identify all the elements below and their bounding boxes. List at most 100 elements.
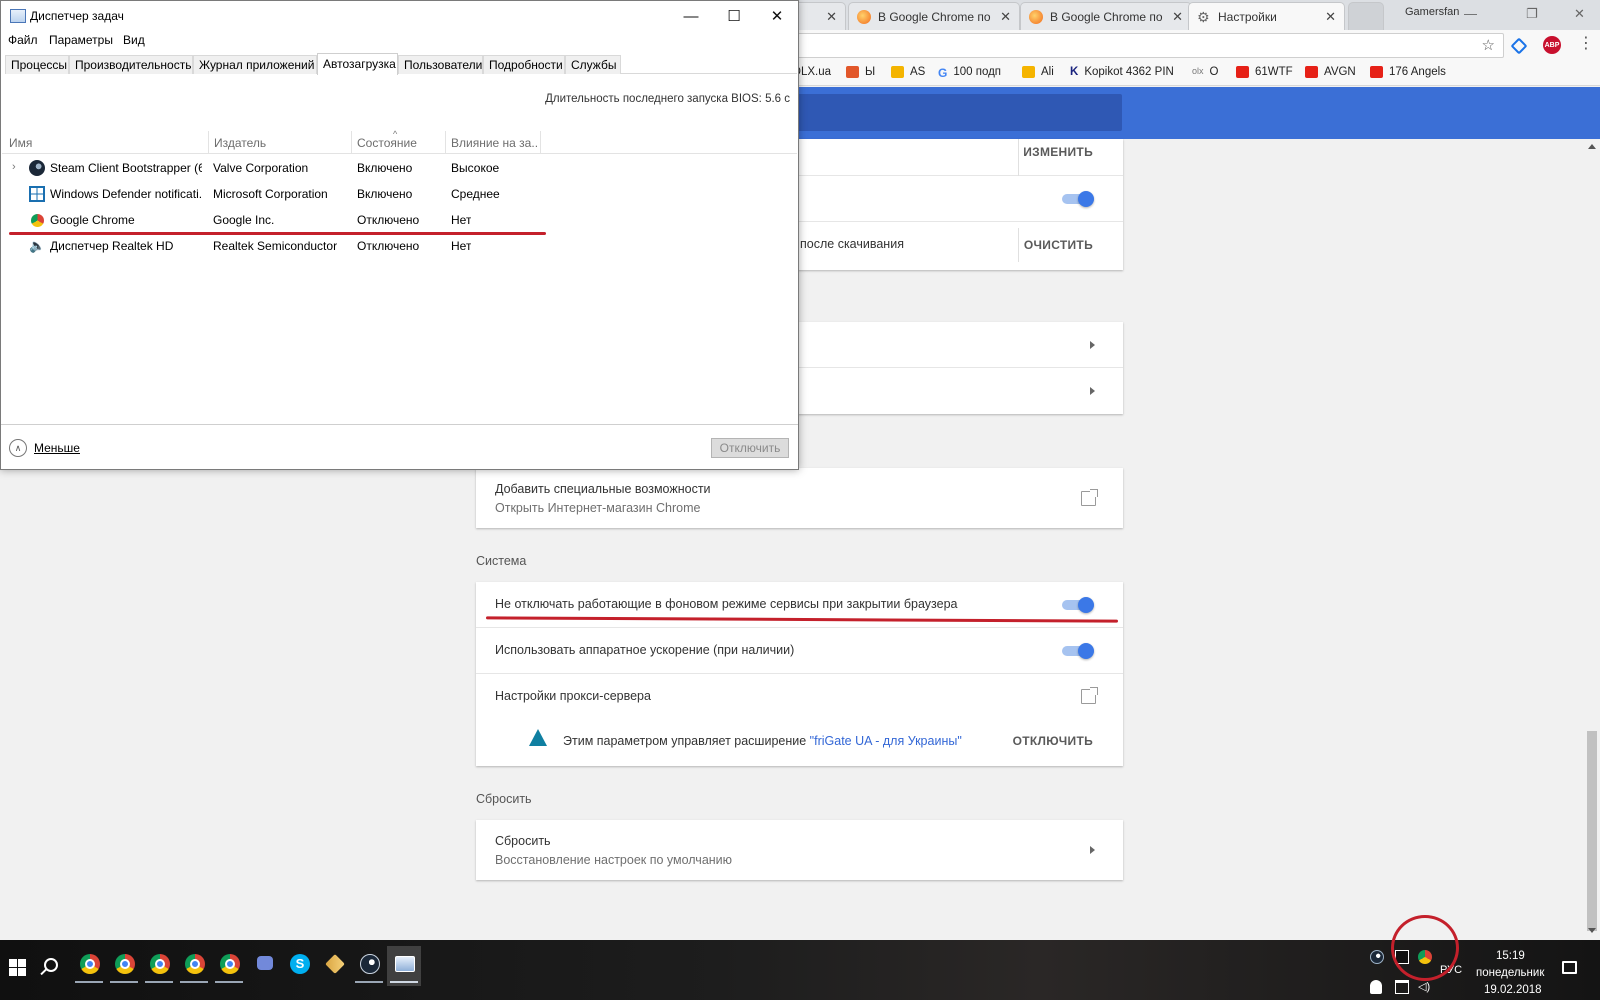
new-tab-button[interactable]: [1348, 2, 1384, 30]
menu-options[interactable]: Параметры: [49, 33, 113, 47]
address-bar[interactable]: ☆: [780, 33, 1504, 58]
bios-duration: Длительность последнего запуска BIOS: 5.…: [545, 93, 790, 105]
tab-details[interactable]: Подробности: [483, 55, 565, 74]
tab-settings[interactable]: ⚙ Настройки ✕: [1188, 2, 1345, 30]
taskbar-chrome[interactable]: [107, 946, 141, 986]
close-icon[interactable]: ✕: [1000, 9, 1011, 25]
task-manager-titlebar[interactable]: Диспетчер задач — ☐ ✕: [1, 1, 798, 31]
startup-row[interactable]: 🔈 Диспетчер Realtek HD Realtek Semicondu…: [2, 233, 797, 259]
restore-icon[interactable]: ❐: [1526, 6, 1538, 22]
maximize-icon[interactable]: ☐: [719, 5, 749, 27]
external-link-icon[interactable]: [1081, 687, 1098, 704]
menu-icon[interactable]: ⋮: [1578, 36, 1594, 52]
expand-chevron-icon[interactable]: ›: [12, 161, 16, 173]
chrome-icon: [80, 954, 100, 974]
task-manager-icon: [10, 9, 26, 23]
bookmark-doc[interactable]: Ы: [846, 66, 875, 78]
clock-day[interactable]: понедельник: [1476, 967, 1544, 979]
bookmark-61wtf[interactable]: 61WTF: [1236, 66, 1293, 78]
startup-row[interactable]: › Steam Client Bootstrapper (6) Valve Co…: [2, 155, 797, 181]
bookmark-176-angels[interactable]: 176 Angels: [1370, 66, 1446, 78]
frigate-extension-icon[interactable]: [1510, 37, 1528, 55]
taskbar-chrome[interactable]: [177, 946, 211, 986]
taskbar-steam[interactable]: [352, 946, 386, 986]
tab-processes[interactable]: Процессы: [5, 55, 69, 74]
profile-name[interactable]: Gamersfan: [1405, 6, 1459, 18]
menu-view[interactable]: Вид: [123, 33, 145, 47]
column-status[interactable]: Состояние: [357, 136, 417, 150]
startup-row[interactable]: Google Chrome Google Inc. Отключено Нет: [2, 207, 797, 233]
search-icon[interactable]: [44, 958, 58, 972]
tab-startup[interactable]: Автозагрузка: [317, 53, 398, 75]
startup-row[interactable]: Windows Defender notificati... Microsoft…: [2, 181, 797, 207]
star-icon[interactable]: ☆: [1482, 36, 1495, 54]
frigate-extension-link[interactable]: "friGate UA - для Украины": [810, 734, 962, 748]
tab-performance[interactable]: Производительность: [69, 55, 193, 74]
shield-icon[interactable]: [1370, 980, 1382, 994]
add-accessibility-row[interactable]: Добавить специальные возможности Открыть…: [476, 468, 1123, 528]
bookmark-kopikot[interactable]: K Kopikot 4362 PIN: [1070, 66, 1174, 78]
startup-state: Отключено: [357, 239, 420, 253]
disable-extension-button[interactable]: ОТКЛЮЧИТЬ: [1013, 734, 1093, 748]
hardware-accel-toggle[interactable]: [1062, 643, 1094, 659]
tab-services[interactable]: Службы: [565, 55, 621, 74]
ask-where-toggle[interactable]: [1062, 191, 1094, 207]
hardware-accel-row[interactable]: Использовать аппаратное ускорение (при н…: [476, 628, 1123, 674]
column-name[interactable]: Имя: [9, 136, 32, 150]
taskbar-chrome[interactable]: [142, 946, 176, 986]
close-icon[interactable]: ✕: [1574, 6, 1585, 22]
column-publisher[interactable]: Издатель: [214, 136, 266, 150]
fewer-details-link[interactable]: Меньше: [34, 441, 80, 455]
tab-chrome-article-1[interactable]: B Google Chrome по ✕: [848, 2, 1020, 30]
tab-chrome-article-2[interactable]: B Google Chrome по ✕: [1020, 2, 1192, 30]
volume-icon[interactable]: ◁): [1418, 980, 1432, 994]
close-icon[interactable]: ✕: [1325, 9, 1336, 25]
adblock-icon[interactable]: ABP: [1543, 36, 1561, 54]
clear-button[interactable]: ОЧИСТИТЬ: [1024, 238, 1093, 252]
steam-tray-icon[interactable]: [1370, 950, 1384, 964]
network-icon[interactable]: [1395, 980, 1409, 994]
taskbar-task-manager[interactable]: [387, 946, 421, 986]
scroll-down-icon[interactable]: [1588, 928, 1596, 933]
chevron-up-icon[interactable]: ∧: [9, 439, 27, 457]
menu-file[interactable]: Файл: [8, 33, 38, 47]
settings-scrollbar[interactable]: [1584, 139, 1600, 940]
bookmark-as[interactable]: AS: [891, 66, 925, 78]
disable-button[interactable]: Отключить: [711, 438, 789, 458]
column-divider[interactable]: [351, 131, 352, 153]
column-divider[interactable]: [445, 131, 446, 153]
minimize-icon[interactable]: —: [676, 5, 706, 27]
scrollbar-thumb[interactable]: [1587, 731, 1597, 931]
notification-center-icon[interactable]: [1562, 961, 1577, 974]
change-button[interactable]: ИЗМЕНИТЬ: [1023, 145, 1093, 159]
bios-value: 5.6 с: [765, 93, 790, 105]
close-icon[interactable]: ✕: [826, 9, 837, 25]
tab-app-history[interactable]: Журнал приложений: [193, 55, 317, 74]
taskbar-skype[interactable]: S: [282, 946, 316, 986]
taskbar-tool[interactable]: [317, 946, 351, 986]
tab-users[interactable]: Пользователи: [398, 55, 483, 74]
bookmark-avgn[interactable]: AVGN: [1305, 66, 1356, 78]
proxy-label[interactable]: Настройки прокси-сервера: [495, 689, 651, 703]
background-services-toggle[interactable]: [1062, 597, 1094, 613]
taskbar-chrome[interactable]: [72, 946, 106, 986]
close-icon[interactable]: ✕: [1172, 9, 1183, 25]
tab-title: B Google Chrome по: [1050, 9, 1163, 24]
column-divider[interactable]: [208, 131, 209, 153]
clock-date[interactable]: 19.02.2018: [1484, 984, 1542, 996]
tab-title: B Google Chrome по: [878, 9, 991, 24]
settings-search-box[interactable]: [784, 94, 1122, 131]
bookmark-olx-small[interactable]: olx О: [1192, 66, 1218, 78]
taskbar-chrome[interactable]: [212, 946, 246, 986]
reset-row[interactable]: Сбросить Восстановление настроек по умол…: [476, 820, 1123, 880]
minimize-icon[interactable]: —: [1464, 6, 1477, 21]
column-impact[interactable]: Влияние на за...: [451, 136, 538, 150]
close-icon[interactable]: ✕: [762, 5, 792, 27]
taskbar-discord[interactable]: [247, 946, 281, 986]
windows-start-icon[interactable]: [9, 959, 27, 977]
bookmark-ali[interactable]: Ali: [1022, 66, 1054, 78]
scroll-up-icon[interactable]: [1588, 144, 1596, 149]
clock-time[interactable]: 15:19: [1496, 950, 1525, 962]
bookmark-google[interactable]: G 100 подп: [938, 66, 1001, 80]
column-divider[interactable]: [540, 131, 541, 153]
